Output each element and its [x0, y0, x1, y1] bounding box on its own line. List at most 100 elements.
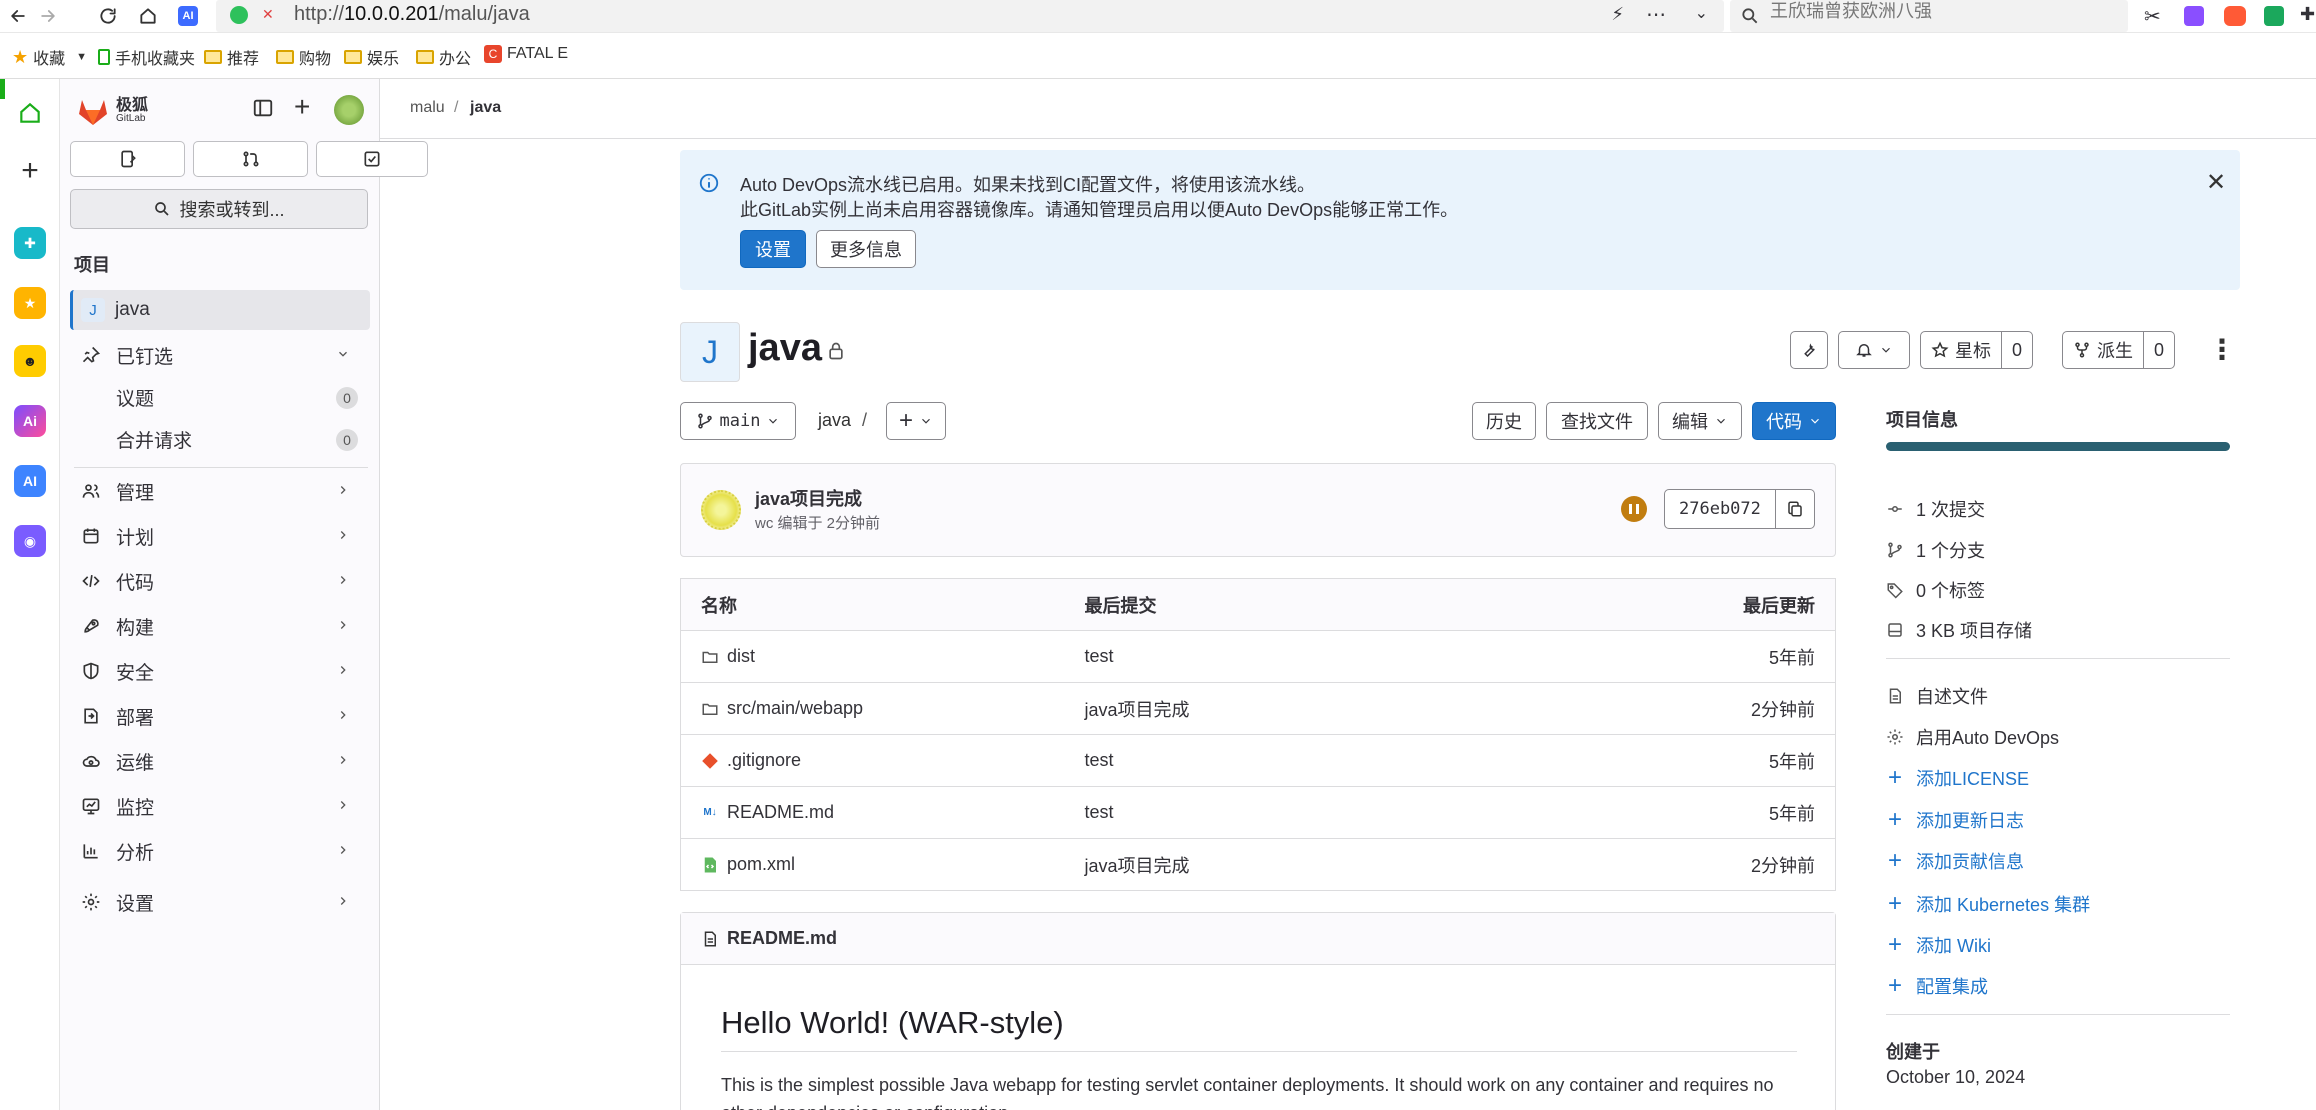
sidebar-item-plan[interactable]: 计划: [70, 516, 370, 556]
sidebar-item-merge-requests[interactable]: 合并请求 0: [70, 419, 370, 459]
sidebar-item-manage[interactable]: 管理: [70, 471, 370, 511]
more-actions-icon[interactable]: ⋮: [2208, 334, 2236, 366]
table-row[interactable]: M↓ README.md test 5年前: [680, 786, 1836, 839]
home-icon[interactable]: [134, 2, 162, 30]
translate-icon[interactable]: [2184, 6, 2204, 26]
favorites-app-icon[interactable]: ★: [14, 287, 46, 319]
lightning-icon[interactable]: ⚡: [1611, 4, 1624, 25]
pipeline-status-icon[interactable]: [1621, 496, 1647, 522]
add-kubernetes-link[interactable]: + 添加 Kubernetes 集群: [1886, 891, 2090, 917]
bookmark-entertainment[interactable]: 娱乐: [344, 45, 399, 69]
file-name-link[interactable]: .gitignore: [727, 750, 801, 771]
home-icon[interactable]: [14, 97, 46, 129]
sidebar-item-analyze[interactable]: 分析: [70, 831, 370, 871]
file-last-commit-link[interactable]: test: [1064, 786, 1499, 839]
sidebar-item-build[interactable]: 构建: [70, 606, 370, 646]
storage-stat[interactable]: 3 KB 项目存储: [1886, 617, 2032, 643]
bookmark-favorites[interactable]: ★ 收藏 ▼: [12, 45, 87, 69]
file-last-commit-link[interactable]: test: [1064, 630, 1499, 683]
merge-requests-shortcut-button[interactable]: [193, 141, 308, 177]
history-button[interactable]: 历史: [1472, 402, 1536, 440]
configure-integrations-link[interactable]: + 配置集成: [1886, 973, 1988, 999]
sidebar-item-monitor[interactable]: 监控: [70, 786, 370, 826]
alert-settings-button[interactable]: 设置: [740, 230, 806, 268]
copy-sha-button[interactable]: [1774, 490, 1814, 528]
bot-icon[interactable]: ☻: [14, 345, 46, 377]
sidebar-item-deploy[interactable]: 部署: [70, 696, 370, 736]
address-bar[interactable]: ✕ http://10.0.0.201/malu/java ⚡ ⋯ ⌄: [216, 0, 1724, 32]
repo-path[interactable]: java: [818, 410, 851, 431]
forward-icon[interactable]: [34, 2, 62, 30]
bookmark-shopping[interactable]: 购物: [276, 45, 331, 69]
readme-link[interactable]: 自述文件: [1886, 683, 1988, 709]
star-action[interactable]: 星标: [1921, 332, 2001, 368]
sidebar-item-security[interactable]: 安全: [70, 651, 370, 691]
chevron-down-icon[interactable]: ⌄: [1695, 3, 1708, 23]
fork-count[interactable]: 0: [2143, 332, 2174, 368]
readme-file-link[interactable]: README.md: [727, 928, 837, 949]
sidebar-item-operate[interactable]: 运维: [70, 741, 370, 781]
bookmark-fatal[interactable]: C FATAL E: [484, 45, 568, 63]
browser-search[interactable]: 王欣瑞曾获欧洲八强: [1730, 0, 2128, 32]
table-row[interactable]: src/main/webapp java项目完成 2分钟前: [680, 682, 1836, 735]
code-dropdown[interactable]: 代码: [1752, 402, 1836, 440]
commit-sha[interactable]: 276eb072: [1665, 490, 1775, 528]
tags-stat[interactable]: 0 个标签: [1886, 577, 1985, 603]
sidebar-item-issues[interactable]: 议题 0: [70, 377, 370, 417]
issues-shortcut-button[interactable]: [70, 141, 185, 177]
avatar[interactable]: [334, 95, 364, 125]
file-last-commit-link[interactable]: java项目完成: [1064, 682, 1499, 735]
notifications-dropdown[interactable]: [1838, 331, 1910, 369]
reader-icon[interactable]: [2264, 6, 2284, 26]
app-icon-1[interactable]: ✚: [14, 227, 46, 259]
ai-assistant-icon[interactable]: AI: [14, 465, 46, 497]
file-name-link[interactable]: pom.xml: [727, 854, 795, 875]
breadcrumb-parent-link[interactable]: malu: [410, 99, 445, 117]
add-changelog-link[interactable]: + 添加更新日志: [1886, 807, 2024, 833]
scissors-icon[interactable]: ✂: [2144, 4, 2161, 29]
chat-bot-icon[interactable]: ◉: [14, 525, 46, 557]
commit-title-link[interactable]: java项目完成: [755, 485, 862, 511]
breadcrumb-current[interactable]: java: [470, 99, 501, 117]
table-row[interactable]: .gitignore test 5年前: [680, 734, 1836, 787]
edit-dropdown[interactable]: 编辑: [1658, 402, 1742, 440]
close-icon[interactable]: ✕: [2206, 168, 2226, 197]
gitlab-logo[interactable]: 极狐 GitLab: [76, 95, 148, 127]
admin-wrench-button[interactable]: [1790, 331, 1828, 369]
table-row[interactable]: pom.xml java项目完成 2分钟前: [680, 838, 1836, 891]
file-name-link[interactable]: dist: [727, 646, 755, 667]
ai-assistant-icon[interactable]: AI: [174, 2, 202, 30]
todos-shortcut-button[interactable]: [316, 141, 428, 177]
file-name-link[interactable]: README.md: [727, 802, 834, 823]
ai-icon[interactable]: Ai: [14, 405, 46, 437]
fork-button[interactable]: 派生 0: [2062, 331, 2176, 369]
table-row[interactable]: dist test 5年前: [680, 630, 1836, 683]
create-new-icon[interactable]: +: [294, 91, 310, 123]
alert-more-info-button[interactable]: 更多信息: [816, 230, 916, 268]
add-wiki-link[interactable]: + 添加 Wiki: [1886, 932, 1991, 958]
back-icon[interactable]: [4, 2, 32, 30]
sidebar-item-project-java[interactable]: J java: [70, 290, 370, 330]
bookmark-mobile[interactable]: 手机收藏夹: [98, 45, 195, 69]
add-to-tree-dropdown[interactable]: +: [886, 402, 946, 440]
add-contributing-link[interactable]: + 添加贡献信息: [1886, 848, 2024, 874]
bookmark-office[interactable]: 办公: [416, 45, 471, 69]
add-license-link[interactable]: + 添加LICENSE: [1886, 765, 2029, 791]
fork-action[interactable]: 派生: [2063, 332, 2143, 368]
autodevops-link[interactable]: 启用Auto DevOps: [1886, 724, 2059, 750]
branches-stat[interactable]: 1 个分支: [1886, 537, 1985, 563]
reload-icon[interactable]: [94, 2, 122, 30]
star-count[interactable]: 0: [2001, 332, 2032, 368]
branch-selector[interactable]: main: [680, 402, 796, 440]
toggle-sidebar-icon[interactable]: [252, 97, 274, 119]
bookmark-recommend[interactable]: 推荐: [204, 45, 259, 69]
more-icon[interactable]: ⋯: [1646, 2, 1666, 27]
search-goto-button[interactable]: 搜索或转到...: [70, 189, 368, 229]
sidebar-item-pinned[interactable]: 已钉选: [70, 335, 370, 375]
file-last-commit-link[interactable]: test: [1064, 734, 1499, 787]
commits-stat[interactable]: 1 次提交: [1886, 496, 1985, 522]
puzzle-icon[interactable]: ✚: [2300, 4, 2315, 25]
commit-author-avatar[interactable]: [701, 490, 741, 530]
file-last-commit-link[interactable]: java项目完成: [1064, 838, 1499, 891]
file-name-link[interactable]: src/main/webapp: [727, 698, 863, 719]
